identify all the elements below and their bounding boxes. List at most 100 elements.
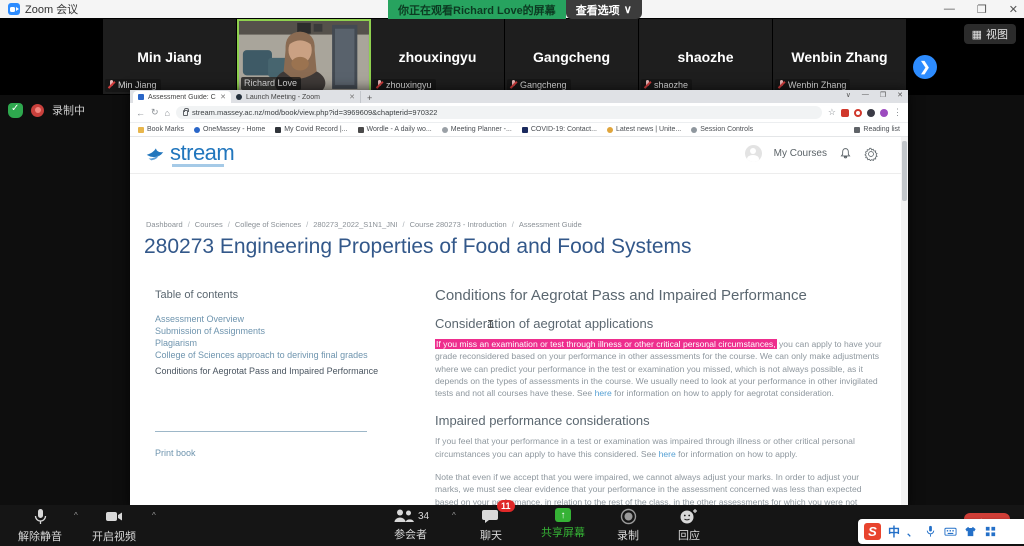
url-text[interactable]: stream.massey.ac.nz/mod/book/view.php?id… [192,108,437,117]
participant-tile[interactable]: shaozhe shaozhe [639,19,773,94]
print-book-link[interactable]: Print book [155,448,385,458]
url-bar[interactable]: stream.massey.ac.nz/mod/book/view.php?id… [176,106,822,119]
muted-mic-icon [778,80,785,90]
ime-mic-icon[interactable] [924,525,937,538]
reactions-label: 回应 [678,527,700,543]
browser-tab-active[interactable]: Assessment Guide: Conditions fo ✕ [133,91,231,103]
mic-options-caret[interactable]: ^ [74,511,78,520]
browser-minimize-icon[interactable]: — [862,91,869,99]
browser-menu-icon[interactable]: ⋮ [893,107,902,118]
back-icon[interactable]: ← [136,108,145,118]
reactions-button[interactable]: 回应 [678,508,700,543]
profile-avatar-icon[interactable] [880,109,888,117]
breadcrumb-separator: / [228,220,230,229]
breadcrumb-separator: / [188,220,190,229]
ime-keyboard-icon[interactable] [944,525,957,538]
share-screen-label: 共享屏幕 [541,524,585,540]
my-courses-link[interactable]: My Courses [774,148,827,159]
muted-mic-icon [108,80,115,90]
browser-close-icon[interactable]: ✕ [897,91,903,99]
participant-tile[interactable]: Wenbin Zhang Wenbin Zhang [773,19,907,94]
toc-link[interactable]: Assessment Overview [155,313,385,325]
stream-tagline [172,164,224,167]
participant-tile[interactable]: zhouxingyu zhouxingyu [371,19,505,94]
bookmark-item[interactable]: My Covid Record |... [275,126,347,133]
page-scrollbar[interactable] [901,137,908,508]
meeting-status-overlay: 录制中 [8,102,85,118]
breadcrumb-item[interactable]: College of Sciences [235,220,301,229]
tab-close-icon[interactable]: ✕ [349,93,355,101]
browser-maximize-icon[interactable]: ❐ [880,91,886,99]
toc-link[interactable]: Plagiarism [155,337,385,349]
bookmark-star-icon[interactable]: ☆ [828,107,836,118]
bookmark-item[interactable]: Session Controls [691,126,753,133]
close-icon[interactable]: ✕ [1009,3,1018,16]
new-tab-button[interactable]: + [367,93,372,103]
bookmark-item[interactable]: Meeting Planner -... [442,126,512,133]
user-avatar[interactable] [745,145,762,162]
stream-logo[interactable]: stream [144,142,234,164]
participants-options-caret[interactable]: ^ [452,511,456,520]
participant-tile[interactable]: Min Jiang Min Jiang [103,19,237,94]
here-link[interactable]: here [595,388,612,398]
reading-list-button[interactable]: Reading list [854,126,900,133]
chevron-down-icon: ∨ [624,3,632,16]
extension-icon[interactable] [841,109,849,117]
extension-icon[interactable] [867,109,875,117]
tab-search-icon[interactable]: ∨ [846,91,851,99]
reading-list-label: Reading list [863,126,900,133]
page-title: 280273 Engineering Properties of Food an… [144,235,692,259]
video-options-caret[interactable]: ^ [152,511,156,520]
minimize-icon[interactable]: — [944,3,955,15]
breadcrumb-item[interactable]: 280273_2022_S1N1_JNI [313,220,397,229]
record-button[interactable]: 录制 [617,508,639,543]
stream-logo-text: stream [170,142,234,164]
here-link[interactable]: here [659,449,676,459]
zoom-app-icon [8,3,20,15]
ime-skin-shirt-icon[interactable] [964,525,977,538]
extension-icon[interactable] [854,109,862,117]
breadcrumb-item[interactable]: Dashboard [146,220,183,229]
participant-tile-video[interactable]: Richard Love [237,19,371,94]
breadcrumb-item[interactable]: Courses [195,220,223,229]
bookmark-item[interactable]: Book Marks [138,126,184,133]
bookmark-item[interactable]: Latest news | Unite... [607,126,681,133]
next-participants-button[interactable]: ❯ [913,55,937,79]
bookmark-item[interactable]: COVID-19: Contact... [522,126,597,133]
breadcrumb-item[interactable]: Assessment Guide [519,220,582,229]
toc-link[interactable]: College of Sciences approach to deriving… [155,349,385,361]
participants-button[interactable]: 34 参会者 [392,508,429,542]
ime-language-toggle[interactable]: 中 [888,523,900,540]
refresh-icon[interactable]: ↻ [151,107,159,118]
toc-link[interactable]: Submission of Assignments [155,325,385,337]
maximize-icon[interactable]: ❐ [977,3,987,16]
zoom-toolbar: 解除静音 ^ 开启视频 ^ 34 参会者 ^ [0,505,1024,546]
start-video-button[interactable]: 开启视频 [92,508,136,544]
view-options-button[interactable]: 查看选项 ∨ [566,0,642,19]
gear-icon[interactable] [864,147,878,161]
unmute-button[interactable]: 解除静音 [18,508,62,544]
view-layout-button[interactable]: ▦ 视图 [964,24,1016,44]
participant-label-text: Gangcheng [520,80,567,90]
notifications-bell-icon[interactable] [839,147,852,160]
participant-tile[interactable]: Gangcheng Gangcheng [505,19,639,94]
bookmark-item[interactable]: OneMassey - Home [194,126,265,133]
share-screen-button[interactable]: ↑ 共享屏幕 [541,508,585,540]
scrollbar-thumb[interactable] [902,141,907,201]
muted-mic-icon [376,80,383,90]
lock-icon [183,110,188,116]
breadcrumb-item[interactable]: Course 280273 - Introduction [410,220,507,229]
ime-toolbox-grid-icon[interactable] [984,525,997,538]
browser-tab[interactable]: Launch Meeting - Zoom ✕ [231,91,361,103]
tab-close-icon[interactable]: ✕ [220,93,226,101]
chat-button[interactable]: 聊天 [480,508,502,543]
bookmark-item[interactable]: Wordle - A daily wo... [358,126,432,133]
sogou-logo-icon[interactable]: S [864,523,881,540]
ime-punctuation-toggle[interactable]: 、 [907,524,917,539]
security-shield-icon[interactable] [8,103,23,118]
home-icon[interactable]: ⌂ [165,108,170,118]
browser-tabstrip: Assessment Guide: Conditions fo ✕ Launch… [130,90,908,103]
reactions-smiley-icon [679,508,699,525]
participant-label-text: Wenbin Zhang [788,80,846,90]
toc-divider [155,431,367,432]
